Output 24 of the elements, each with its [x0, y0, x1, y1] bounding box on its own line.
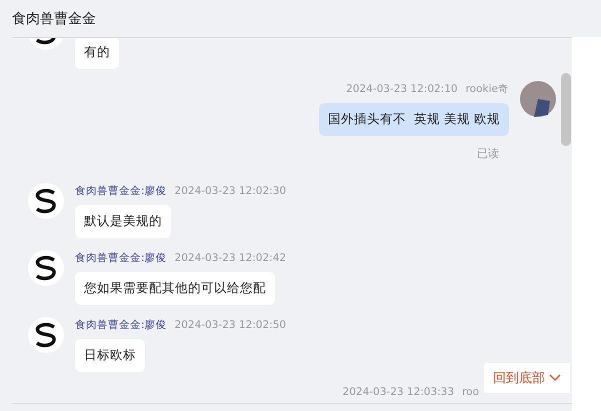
message-time: 2024-03-23 12:03:33: [342, 386, 454, 398]
sender-name: 食肉兽曹金金:廖俊: [75, 251, 167, 265]
scrollbar[interactable]: [561, 73, 571, 146]
read-status: 已读: [477, 146, 499, 161]
message-bubble: 有的: [75, 38, 119, 69]
logo-avatar: [28, 250, 64, 286]
scroll-to-bottom-button[interactable]: 回到底部: [484, 363, 570, 393]
sender-name: roo: [462, 386, 479, 398]
message-bubble: 您如果需要配其他的可以给您配: [75, 272, 275, 305]
chevron-down-icon: [549, 374, 561, 382]
message-bubble: 默认是美规的: [75, 205, 171, 238]
logo-avatar: [28, 317, 64, 353]
user-avatar: [520, 81, 556, 117]
sender-name: 食肉兽曹金金:廖俊: [75, 318, 167, 332]
sender-name: 食肉兽曹金金:廖俊: [75, 184, 167, 198]
message-bubble: 日标欧标: [75, 339, 145, 372]
message-time: 2024-03-23 12:02:42: [174, 252, 286, 264]
message-time: 2024-03-23 12:02:10: [346, 83, 458, 95]
sender-name: rookie奇: [466, 82, 509, 96]
logo-avatar: [28, 183, 64, 219]
message-bubble: 国外插头有不 英规 美规 欧规: [319, 103, 509, 136]
message-time: 2024-03-23 12:02:30: [174, 185, 286, 197]
chat-title: 食肉兽曹金金: [12, 10, 96, 28]
message-time: 2024-03-23 12:02:50: [174, 319, 286, 331]
